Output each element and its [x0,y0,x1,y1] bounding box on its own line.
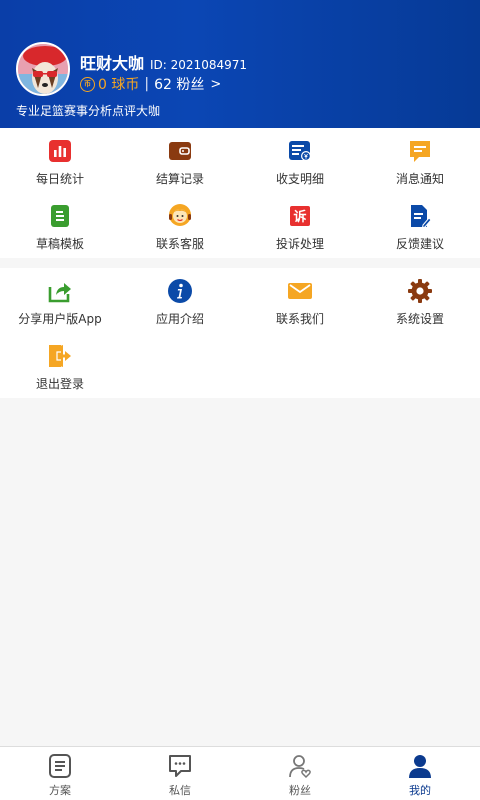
menu-item-system-settings[interactable]: 系统设置 [360,268,480,333]
tab-label: 私信 [169,784,191,797]
tab-fans[interactable]: 粉丝 [240,747,360,800]
menu-item-label: 联系我们 [275,312,324,326]
income-detail-icon [287,138,313,164]
wallet-icon [167,138,193,164]
menu-item-contact-us[interactable]: 联系我们 [240,268,360,333]
customer-service-icon [167,203,193,229]
menu-item-complaint-handling[interactable]: 诉 投诉处理 [240,193,360,258]
fans-icon [287,753,313,779]
bar-chart-icon [47,138,73,164]
draft-icon [47,203,73,229]
me-icon [407,753,433,779]
menu-item-label: 应用介绍 [155,312,204,326]
coin-balance: 0 球币 [98,77,140,93]
bottom-tab-bar: 方案 私信 粉丝 我的 [0,746,480,800]
menu-item-logout[interactable]: 退出登录 [0,333,120,398]
menu-item-label: 消息通知 [395,172,444,186]
menu-card-secondary: 分享用户版App 应用介绍 联系我们 系统设置 退出登录 [0,268,480,398]
profile-header: 旺财大咖 ID: 2021084971 币 0 球币 | 62 粉丝 > 专业足… [0,0,480,128]
mail-icon [287,278,313,304]
tab-plan[interactable]: 方案 [0,747,120,800]
fans-count[interactable]: 62 粉丝 [154,74,204,94]
share-icon [47,278,73,304]
user-bio: 专业足篮赛事分析点评大咖 [16,104,161,118]
menu-card-primary: 每日统计 结算记录 收支明细 消息通知 草稿模板 联系客服 诉 投诉处理 反馈建… [0,128,480,258]
menu-item-message-notice[interactable]: 消息通知 [360,128,480,193]
menu-item-income-details[interactable]: 收支明细 [240,128,360,193]
coin-icon: 币 [80,76,95,92]
menu-item-label: 投诉处理 [275,237,324,251]
avatar[interactable] [16,42,70,96]
complaint-icon: 诉 [287,203,313,229]
user-name: 旺财大咖 [80,54,145,73]
menu-item-label: 退出登录 [35,377,84,391]
menu-item-app-intro[interactable]: 应用介绍 [120,268,240,333]
menu-item-label: 收支明细 [275,172,324,186]
menu-item-settlement-records[interactable]: 结算记录 [120,128,240,193]
menu-item-label: 系统设置 [395,312,444,326]
stats-row[interactable]: 币 0 球币 | 62 粉丝 > [80,74,221,94]
message-icon [407,138,433,164]
plan-icon [47,753,73,779]
tab-me[interactable]: 我的 [360,747,480,800]
menu-item-customer-service[interactable]: 联系客服 [120,193,240,258]
menu-item-label: 每日统计 [35,172,84,186]
menu-item-draft-templates[interactable]: 草稿模板 [0,193,120,258]
user-id: ID: 2021084971 [150,58,247,72]
gear-icon [407,278,433,304]
stats-separator: | [144,76,150,92]
menu-item-label: 草稿模板 [35,237,84,251]
logout-icon [47,343,73,369]
menu-item-label: 分享用户版App [18,312,102,326]
chat-icon [167,753,193,779]
tab-label: 方案 [49,784,71,797]
tab-label: 我的 [409,784,431,797]
menu-item-label: 联系客服 [155,237,204,251]
tab-label: 粉丝 [289,784,311,797]
info-icon [167,278,193,304]
complaint-glyph: 诉 [293,209,306,225]
menu-item-daily-stats[interactable]: 每日统计 [0,128,120,193]
fans-arrow-icon: > [210,76,222,92]
feedback-icon [407,203,433,229]
tab-messages[interactable]: 私信 [120,747,240,800]
menu-item-share-app[interactable]: 分享用户版App [0,268,120,333]
menu-item-label: 结算记录 [155,172,204,186]
menu-item-feedback[interactable]: 反馈建议 [360,193,480,258]
menu-item-label: 反馈建议 [395,237,444,251]
